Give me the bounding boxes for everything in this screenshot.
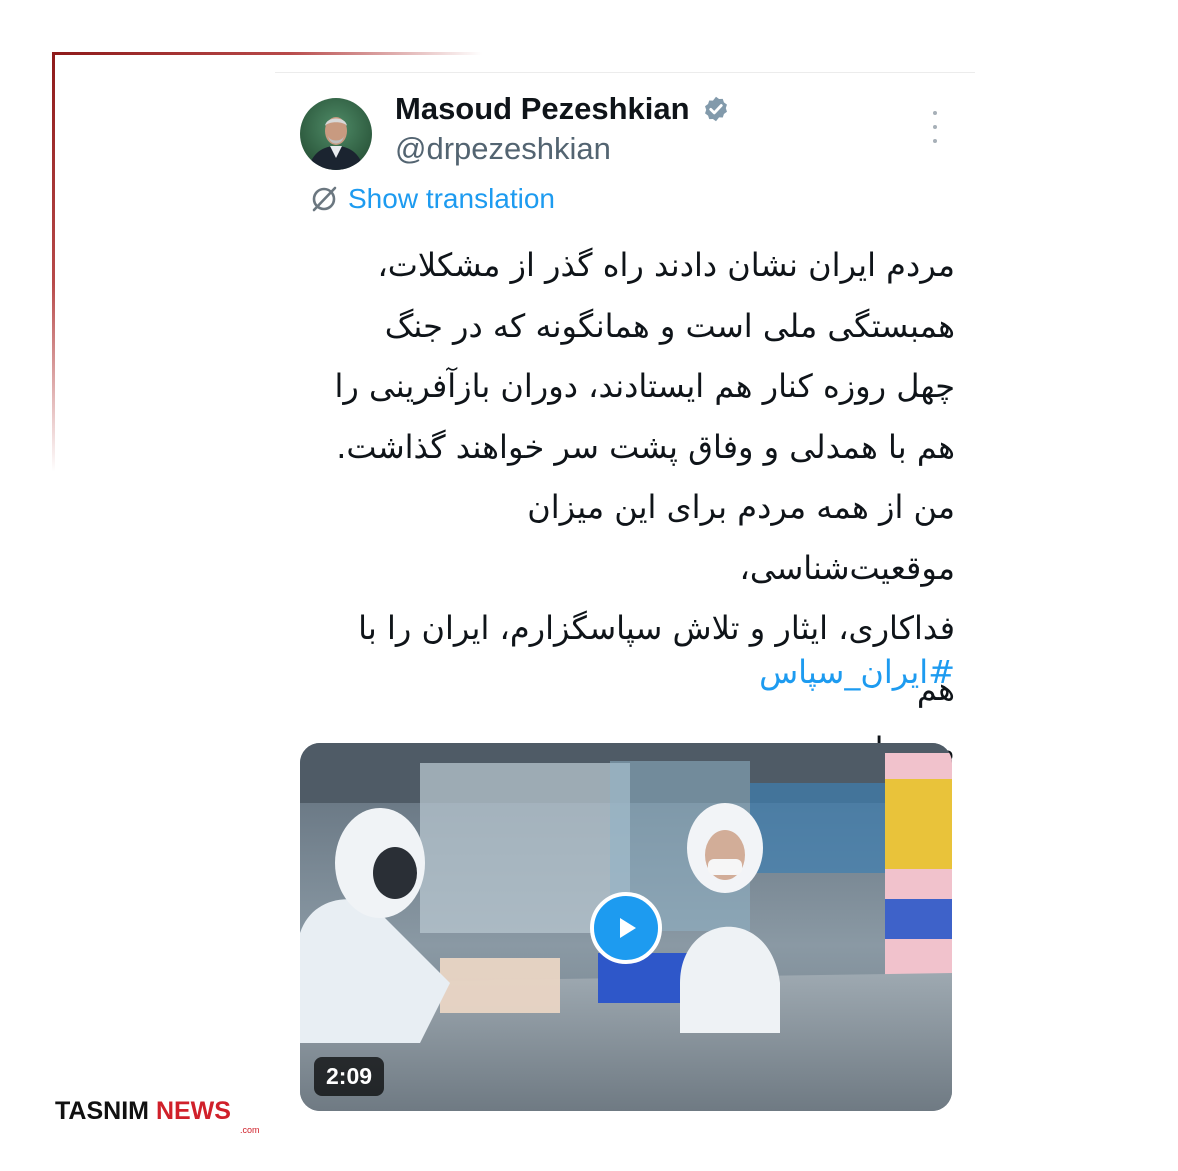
tweet-body-line: چهل روزه کنار هم ایستادند، دوران بازآفری… — [334, 367, 955, 405]
more-options-icon[interactable] — [923, 111, 947, 143]
tweet-body-line: هم با همدلی و وفاق پشت سر خواهند گذاشت. — [336, 427, 955, 466]
hashtag-link[interactable]: #ایران_سپاس — [315, 653, 955, 691]
play-icon — [620, 918, 636, 938]
author-row: Masoud Pezeshkian — [395, 91, 730, 127]
avatar-portrait — [308, 117, 364, 170]
verified-badge-icon — [704, 96, 727, 122]
translate-icon — [312, 186, 337, 212]
show-translation-label: Show translation — [348, 183, 556, 214]
more-dot — [933, 125, 937, 129]
play-button[interactable] — [590, 892, 662, 964]
watermark-domain: .com — [240, 1125, 260, 1135]
tweet-card: Masoud Pezeshkian @drpezeshkian Show tra… — [275, 72, 975, 1123]
author-handle[interactable]: @drpezeshkian — [395, 131, 611, 167]
frame-accent-left — [52, 52, 55, 472]
avatar[interactable] — [300, 98, 372, 170]
watermark-logo: TASNIM NEWS — [55, 1097, 231, 1126]
show-translation-button[interactable]: Show translation — [308, 183, 555, 215]
more-dot — [933, 139, 937, 143]
frame-accent-top — [52, 52, 482, 55]
watermark-brand-part1: TASNIM — [55, 1097, 149, 1125]
tweet-body-line: مردم ایران نشان دادند راه گذر از مشکلات، — [377, 246, 955, 284]
more-dot — [933, 111, 937, 115]
tweet-body: مردم ایران نشان دادند راه گذر از مشکلات،… — [315, 235, 955, 780]
video-player[interactable]: 2:09 — [300, 743, 952, 1111]
video-duration-badge: 2:09 — [314, 1057, 385, 1096]
author-name[interactable]: Masoud Pezeshkian — [395, 91, 690, 127]
tweet-body-line: همبستگی ملی است و همانگونه که در جنگ — [384, 306, 955, 345]
tweet-body-line: من از همه مردم برای این میزان موقعیت‌شنا… — [527, 488, 955, 587]
watermark-brand-part2: NEWS — [155, 1097, 231, 1125]
crate-stack-yellow — [885, 753, 952, 869]
